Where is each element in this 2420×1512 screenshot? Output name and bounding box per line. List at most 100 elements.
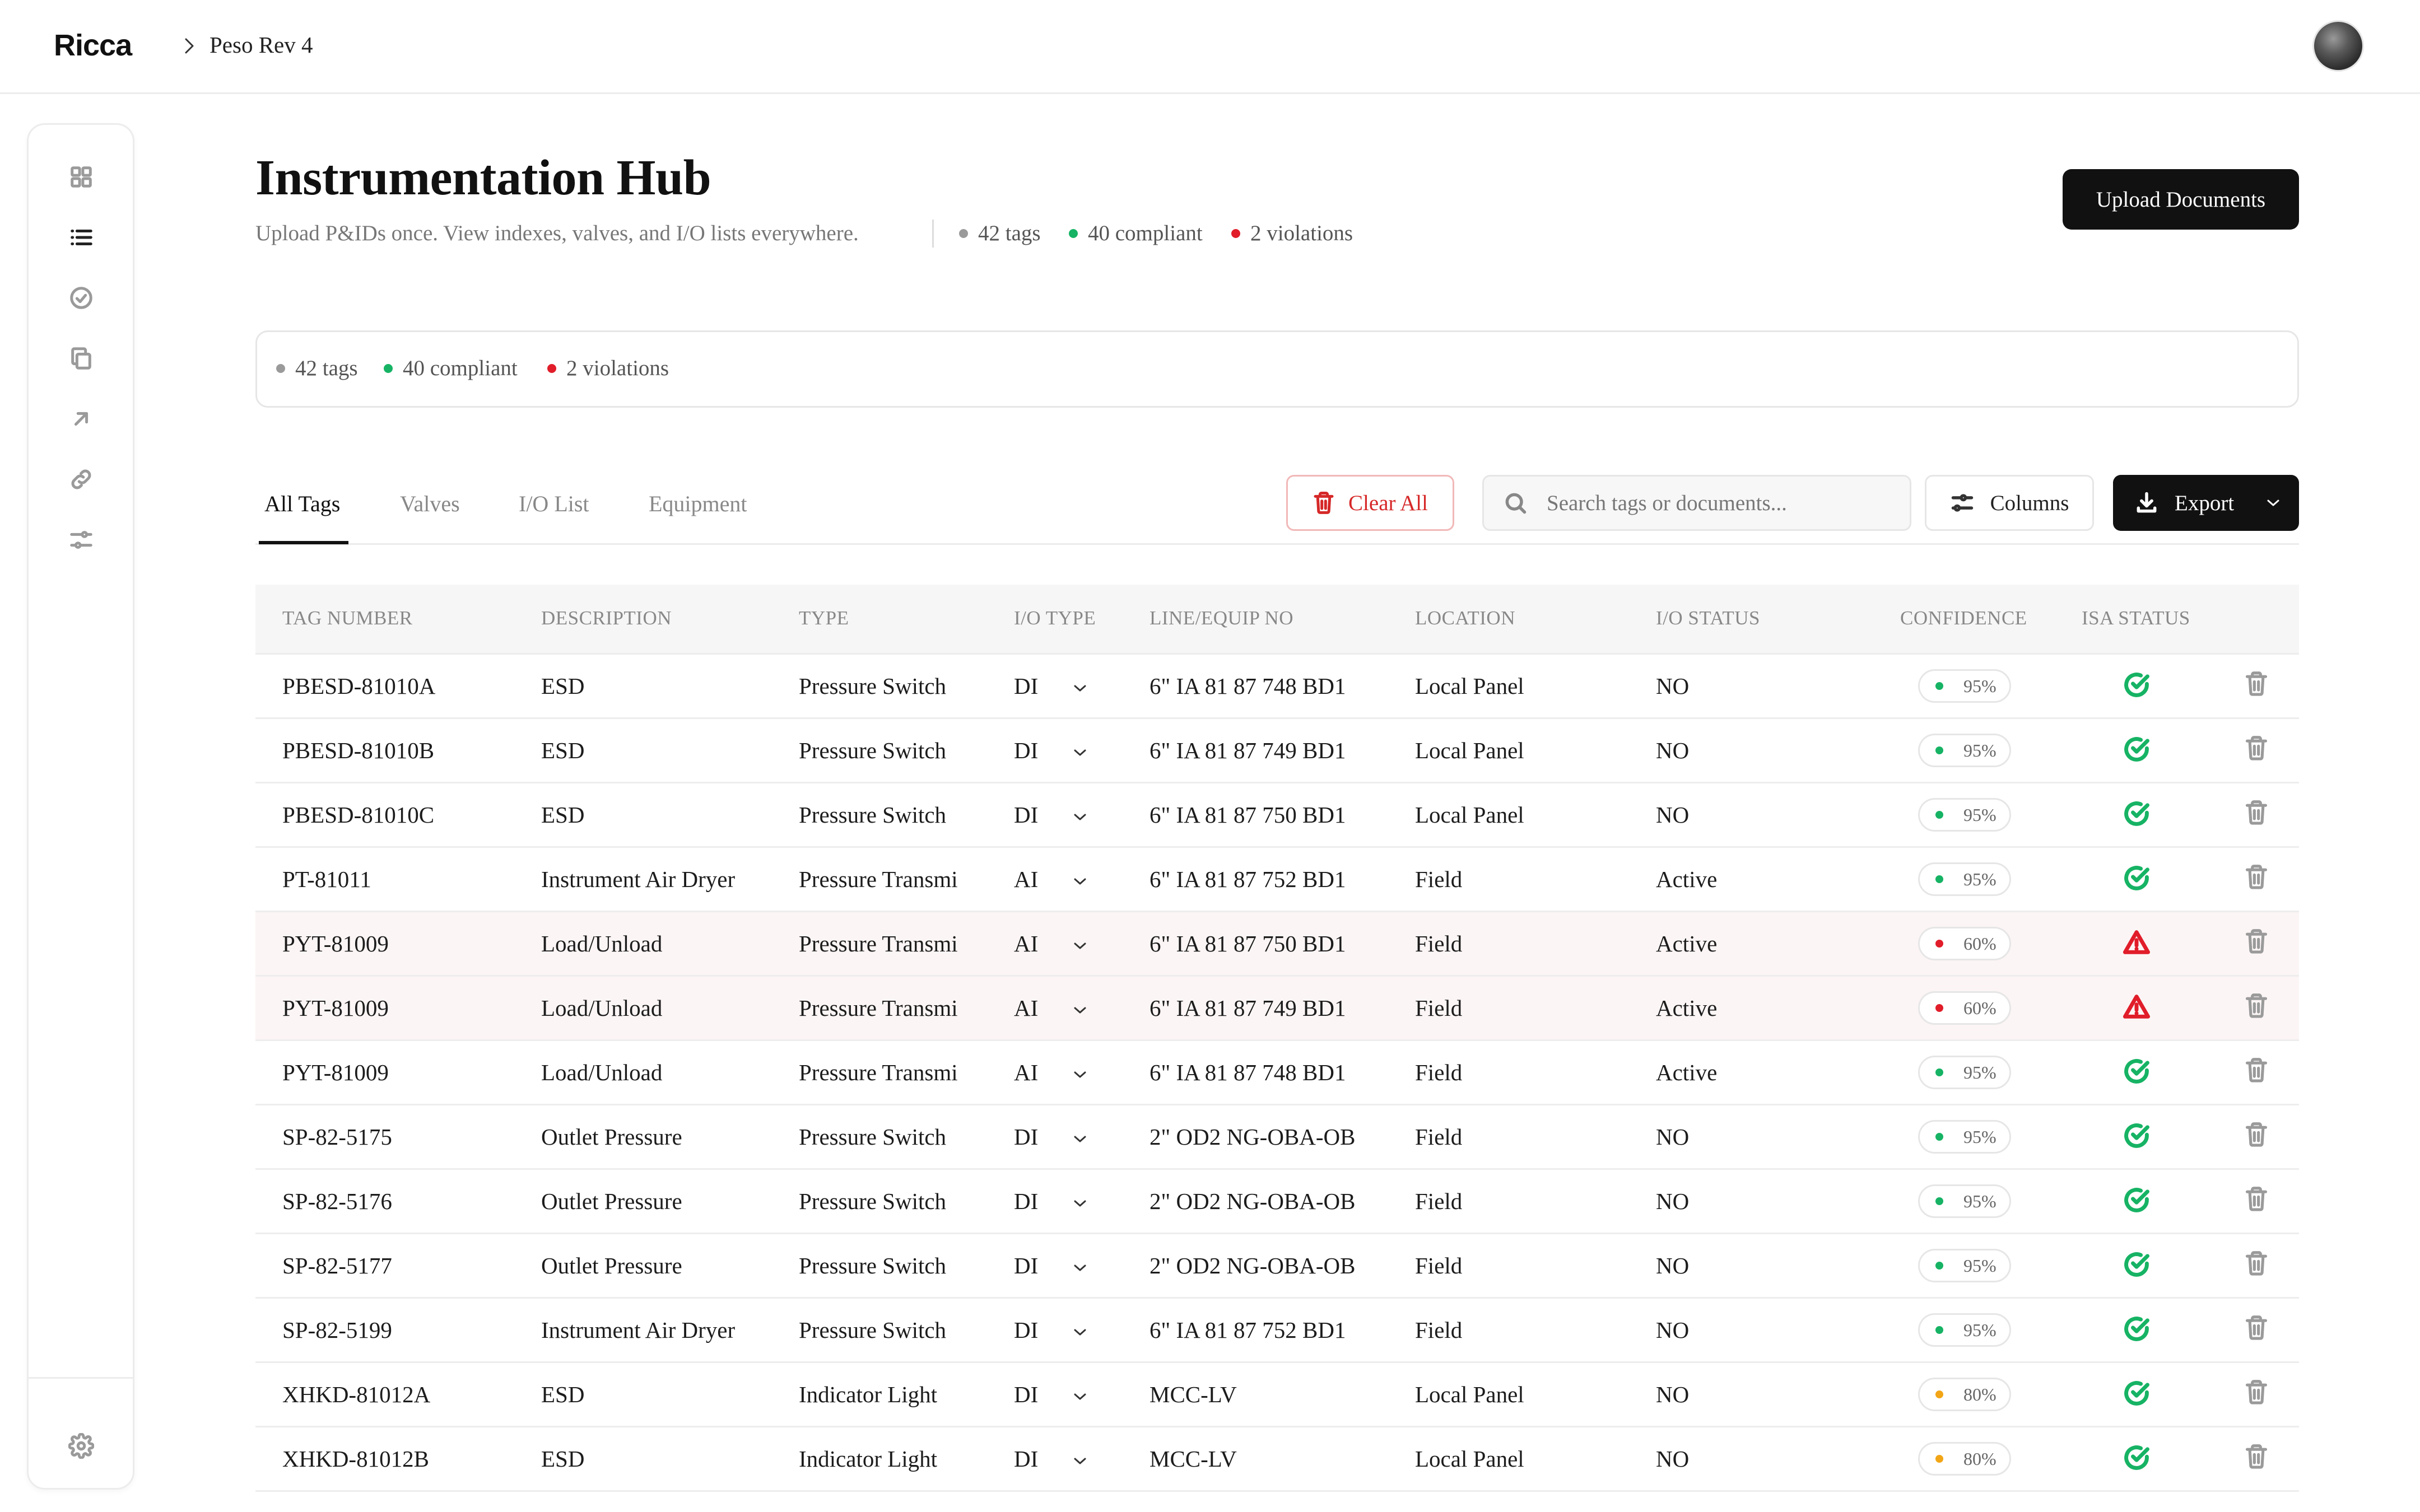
table-row[interactable]: SP-82-5199 Instrument Air Dryer Pressure S… [255, 1299, 2299, 1363]
cell-description: Load/Unload [541, 1060, 663, 1085]
cell-type: Indicator Light [799, 1382, 938, 1407]
cell-type: Pressure Switch [799, 1253, 947, 1278]
grid-icon[interactable] [67, 163, 95, 191]
col-io-type[interactable]: I/O TYPE [1014, 607, 1096, 629]
delete-row-button[interactable] [2244, 1186, 2271, 1214]
delete-row-button[interactable] [2244, 670, 2271, 698]
copy-icon[interactable] [67, 344, 95, 372]
chevron-down-icon[interactable] [1072, 1005, 1088, 1016]
chevron-down-icon[interactable] [1072, 747, 1088, 758]
summary-panel: 42 tags 40 compliant 2 violations [255, 330, 2299, 408]
col-line-equip[interactable]: LINE/EQUIP NO [1150, 607, 1293, 629]
tab-equipment[interactable]: Equipment [649, 491, 747, 517]
delete-row-button[interactable] [2244, 928, 2271, 956]
cell-location: Field [1415, 1124, 1463, 1150]
cell-description: Outlet Pressure [541, 1188, 682, 1214]
cell-type: Pressure Transmi [799, 931, 958, 956]
chevron-down-icon[interactable] [1072, 876, 1088, 887]
sliders-icon[interactable] [67, 526, 95, 554]
gear-icon[interactable] [67, 1432, 95, 1460]
avatar[interactable] [2312, 20, 2364, 72]
export-button[interactable]: Export [2113, 475, 2299, 531]
chevron-down-icon[interactable] [1072, 1391, 1088, 1402]
table-row[interactable]: XHKD-81012B ESD Indicator Light DI MCC-LV Loc… [255, 1427, 2299, 1492]
cell-io-type: DI [1014, 1188, 1039, 1214]
upload-documents-button[interactable]: Upload Documents [2063, 169, 2299, 230]
confidence-dot [1935, 682, 1943, 690]
check-circle-icon [2122, 799, 2151, 828]
chevron-down-icon[interactable] [1072, 811, 1088, 823]
table-row[interactable]: SP-82-5176 Outlet Pressure Pressure Switch… [255, 1170, 2299, 1234]
tab-io-list[interactable]: I/O List [519, 491, 589, 517]
table-row[interactable]: XHKD-81012A ESD Indicator Light DI MCC-LV Loc… [255, 1363, 2299, 1427]
table-row[interactable]: SP-82-5175 Outlet Pressure Pressure Switch… [255, 1105, 2299, 1170]
chevron-down-icon[interactable] [1072, 1198, 1088, 1209]
columns-button[interactable]: Columns [1925, 475, 2094, 531]
check-circle-icon [2122, 1121, 2151, 1150]
confidence-dot [1935, 1197, 1943, 1205]
cell-io-status: Active [1656, 995, 1718, 1021]
confidence-badge: 60% [1918, 991, 2011, 1025]
delete-row-button[interactable] [2244, 864, 2271, 892]
delete-row-button[interactable] [2244, 1250, 2271, 1278]
cell-description: Outlet Pressure [541, 1253, 682, 1278]
col-confidence[interactable]: CONFIDENCE [1900, 607, 2027, 629]
table-row[interactable]: PT-81011 Instrument Air Dryer Pressure Tra… [255, 848, 2299, 912]
chevron-down-icon[interactable] [1072, 940, 1088, 951]
clear-all-button[interactable]: Clear All [1286, 475, 1454, 531]
status-dot [959, 228, 968, 238]
col-description[interactable]: DESCRIPTION [541, 607, 672, 629]
check-circle-icon [2122, 1186, 2151, 1215]
table-row[interactable]: SP-82-5177 Outlet Pressure Pressure Switch… [255, 1234, 2299, 1299]
app-logo[interactable]: Ricca [54, 28, 132, 63]
chevron-down-icon[interactable] [1072, 1133, 1088, 1145]
col-location[interactable]: LOCATION [1415, 607, 1515, 629]
arrow-up-right-icon[interactable] [67, 405, 95, 433]
search-box[interactable] [1482, 475, 1911, 531]
confidence-dot [1935, 811, 1943, 819]
confidence-dot [1935, 875, 1943, 883]
table-row[interactable]: PYT-81009 Load/Unload Pressure Transmi AI 6"… [255, 1041, 2299, 1105]
table-row[interactable]: PBESD-81010A ESD Pressure Switch DI 6" IA 81… [255, 655, 2299, 719]
chevron-down-icon[interactable] [1072, 1069, 1088, 1080]
cell-location: Field [1415, 1188, 1463, 1214]
delete-row-button[interactable] [2244, 1443, 2271, 1471]
table-row[interactable]: PYT-81009 Load/Unload Pressure Transmi AI 6"… [255, 912, 2299, 977]
link-icon[interactable] [67, 465, 95, 493]
delete-row-button[interactable] [2244, 799, 2271, 827]
col-type[interactable]: TYPE [799, 607, 849, 629]
chevron-down-icon[interactable] [1072, 1262, 1088, 1273]
status-dot [276, 363, 285, 373]
delete-row-button[interactable] [2244, 1379, 2271, 1407]
chevron-down-icon[interactable] [1072, 1327, 1088, 1338]
delete-row-button[interactable] [2244, 1314, 2271, 1342]
cell-tag-number: XHKD-81012A [282, 1382, 431, 1407]
cell-io-type: AI [1014, 931, 1039, 956]
cell-io-status: NO [1656, 673, 1690, 699]
col-isa-status[interactable]: ISA STATUS [2082, 607, 2190, 629]
header-stat-violations: 2 violations [1231, 221, 1353, 246]
confidence-badge: 95% [1918, 669, 2011, 703]
table-row[interactable]: PBESD-81010B ESD Pressure Switch DI 6" IA 81… [255, 719, 2299, 783]
delete-row-button[interactable] [2244, 992, 2271, 1020]
tab-valves[interactable]: Valves [400, 491, 460, 517]
table-row[interactable]: PYT-81009 Load/Unload Pressure Transmi AI 6"… [255, 977, 2299, 1041]
check-circle-icon[interactable] [67, 284, 95, 312]
delete-row-button[interactable] [2244, 735, 2271, 763]
breadcrumb[interactable]: Peso Rev 4 [210, 31, 313, 58]
col-tag-number[interactable]: TAG NUMBER [282, 607, 413, 629]
delete-row-button[interactable] [2244, 1121, 2271, 1149]
cell-tag-number: PBESD-81010B [282, 738, 435, 763]
summary-stat-violations: 2 violations [547, 356, 669, 381]
tab-all-tags[interactable]: All Tags [264, 491, 340, 517]
search-input[interactable] [1546, 489, 1906, 516]
list-icon[interactable] [67, 223, 95, 251]
table-row[interactable]: PBESD-81010C ESD Pressure Switch DI 6" IA 81… [255, 783, 2299, 848]
chevron-down-icon[interactable] [1072, 1455, 1088, 1467]
chevron-down-icon[interactable] [1072, 683, 1088, 694]
col-io-status[interactable]: I/O STATUS [1656, 607, 1760, 629]
export-label: Export [2175, 491, 2235, 515]
confidence-value: 95% [1963, 740, 1997, 760]
delete-row-button[interactable] [2244, 1057, 2271, 1085]
cell-type: Pressure Transmi [799, 866, 958, 892]
